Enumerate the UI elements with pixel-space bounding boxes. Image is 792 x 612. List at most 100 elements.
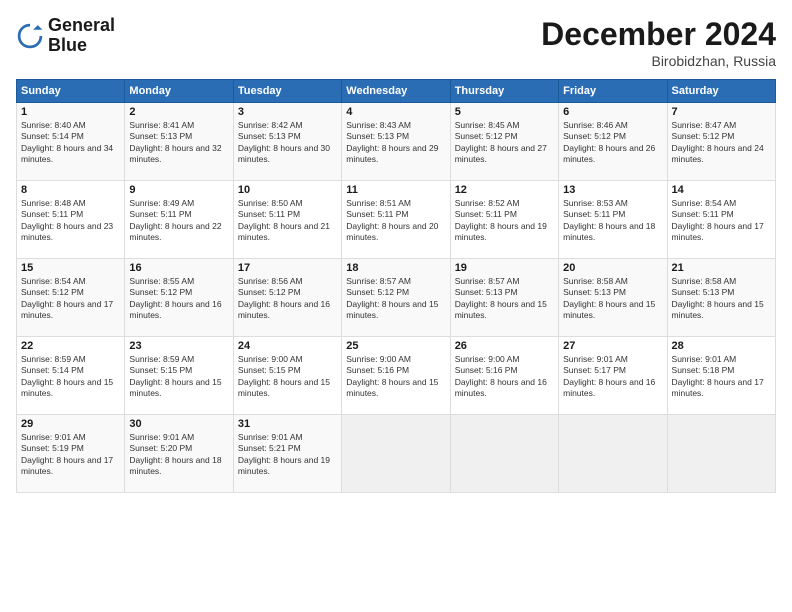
calendar-cell: 27 Sunrise: 9:01 AMSunset: 5:17 PMDaylig… (559, 337, 667, 415)
calendar-cell: 20 Sunrise: 8:58 AMSunset: 5:13 PMDaylig… (559, 259, 667, 337)
day-number: 18 (346, 262, 445, 274)
day-number: 13 (563, 184, 662, 196)
day-number: 3 (238, 106, 337, 118)
day-number: 7 (672, 106, 771, 118)
location: Birobidzhan, Russia (541, 53, 776, 69)
title-section: December 2024 Birobidzhan, Russia (541, 16, 776, 69)
day-info: Sunrise: 8:57 AMSunset: 5:13 PMDaylight:… (455, 276, 554, 322)
calendar-week-row: 22 Sunrise: 8:59 AMSunset: 5:14 PMDaylig… (17, 337, 776, 415)
logo: General Blue (16, 16, 115, 56)
calendar-cell: 19 Sunrise: 8:57 AMSunset: 5:13 PMDaylig… (450, 259, 558, 337)
day-number: 15 (21, 262, 120, 274)
day-info: Sunrise: 8:59 AMSunset: 5:15 PMDaylight:… (129, 354, 228, 400)
day-info: Sunrise: 8:56 AMSunset: 5:12 PMDaylight:… (238, 276, 337, 322)
calendar-cell: 25 Sunrise: 9:00 AMSunset: 5:16 PMDaylig… (342, 337, 450, 415)
day-info: Sunrise: 8:51 AMSunset: 5:11 PMDaylight:… (346, 198, 445, 244)
calendar-cell (559, 415, 667, 493)
calendar-week-row: 1 Sunrise: 8:40 AMSunset: 5:14 PMDayligh… (17, 103, 776, 181)
calendar-cell: 22 Sunrise: 8:59 AMSunset: 5:14 PMDaylig… (17, 337, 125, 415)
day-info: Sunrise: 8:53 AMSunset: 5:11 PMDaylight:… (563, 198, 662, 244)
calendar-cell: 10 Sunrise: 8:50 AMSunset: 5:11 PMDaylig… (233, 181, 341, 259)
day-info: Sunrise: 8:49 AMSunset: 5:11 PMDaylight:… (129, 198, 228, 244)
day-info: Sunrise: 9:01 AMSunset: 5:20 PMDaylight:… (129, 432, 228, 478)
day-number: 24 (238, 340, 337, 352)
day-info: Sunrise: 8:54 AMSunset: 5:11 PMDaylight:… (672, 198, 771, 244)
day-number: 30 (129, 418, 228, 430)
calendar-cell: 17 Sunrise: 8:56 AMSunset: 5:12 PMDaylig… (233, 259, 341, 337)
day-info: Sunrise: 8:45 AMSunset: 5:12 PMDaylight:… (455, 120, 554, 166)
calendar-cell: 21 Sunrise: 8:58 AMSunset: 5:13 PMDaylig… (667, 259, 775, 337)
day-number: 2 (129, 106, 228, 118)
day-number: 6 (563, 106, 662, 118)
day-info: Sunrise: 8:48 AMSunset: 5:11 PMDaylight:… (21, 198, 120, 244)
day-number: 22 (21, 340, 120, 352)
day-number: 8 (21, 184, 120, 196)
day-info: Sunrise: 8:58 AMSunset: 5:13 PMDaylight:… (672, 276, 771, 322)
calendar-cell: 13 Sunrise: 8:53 AMSunset: 5:11 PMDaylig… (559, 181, 667, 259)
calendar-cell: 4 Sunrise: 8:43 AMSunset: 5:13 PMDayligh… (342, 103, 450, 181)
weekday-header: Saturday (667, 80, 775, 103)
weekday-header: Friday (559, 80, 667, 103)
calendar-cell (450, 415, 558, 493)
day-info: Sunrise: 9:01 AMSunset: 5:18 PMDaylight:… (672, 354, 771, 400)
calendar-cell: 18 Sunrise: 8:57 AMSunset: 5:12 PMDaylig… (342, 259, 450, 337)
day-number: 4 (346, 106, 445, 118)
day-info: Sunrise: 9:01 AMSunset: 5:21 PMDaylight:… (238, 432, 337, 478)
calendar-cell (342, 415, 450, 493)
day-info: Sunrise: 9:00 AMSunset: 5:16 PMDaylight:… (455, 354, 554, 400)
calendar-cell: 23 Sunrise: 8:59 AMSunset: 5:15 PMDaylig… (125, 337, 233, 415)
calendar-cell: 6 Sunrise: 8:46 AMSunset: 5:12 PMDayligh… (559, 103, 667, 181)
calendar-cell: 14 Sunrise: 8:54 AMSunset: 5:11 PMDaylig… (667, 181, 775, 259)
day-info: Sunrise: 9:00 AMSunset: 5:15 PMDaylight:… (238, 354, 337, 400)
day-number: 26 (455, 340, 554, 352)
day-number: 5 (455, 106, 554, 118)
day-info: Sunrise: 8:54 AMSunset: 5:12 PMDaylight:… (21, 276, 120, 322)
day-number: 20 (563, 262, 662, 274)
calendar-cell: 16 Sunrise: 8:55 AMSunset: 5:12 PMDaylig… (125, 259, 233, 337)
calendar-cell: 24 Sunrise: 9:00 AMSunset: 5:15 PMDaylig… (233, 337, 341, 415)
day-number: 28 (672, 340, 771, 352)
weekday-header: Sunday (17, 80, 125, 103)
calendar-cell: 7 Sunrise: 8:47 AMSunset: 5:12 PMDayligh… (667, 103, 775, 181)
day-number: 9 (129, 184, 228, 196)
day-number: 11 (346, 184, 445, 196)
day-number: 23 (129, 340, 228, 352)
day-number: 1 (21, 106, 120, 118)
day-number: 14 (672, 184, 771, 196)
calendar-cell: 9 Sunrise: 8:49 AMSunset: 5:11 PMDayligh… (125, 181, 233, 259)
logo-icon (16, 22, 44, 50)
calendar-cell: 3 Sunrise: 8:42 AMSunset: 5:13 PMDayligh… (233, 103, 341, 181)
weekday-header-row: SundayMondayTuesdayWednesdayThursdayFrid… (17, 80, 776, 103)
calendar-cell: 28 Sunrise: 9:01 AMSunset: 5:18 PMDaylig… (667, 337, 775, 415)
day-number: 21 (672, 262, 771, 274)
calendar-cell: 8 Sunrise: 8:48 AMSunset: 5:11 PMDayligh… (17, 181, 125, 259)
calendar-week-row: 8 Sunrise: 8:48 AMSunset: 5:11 PMDayligh… (17, 181, 776, 259)
calendar-cell: 30 Sunrise: 9:01 AMSunset: 5:20 PMDaylig… (125, 415, 233, 493)
logo-text: General Blue (48, 16, 115, 56)
day-number: 29 (21, 418, 120, 430)
calendar-cell: 1 Sunrise: 8:40 AMSunset: 5:14 PMDayligh… (17, 103, 125, 181)
day-number: 25 (346, 340, 445, 352)
day-number: 31 (238, 418, 337, 430)
day-info: Sunrise: 8:41 AMSunset: 5:13 PMDaylight:… (129, 120, 228, 166)
calendar-cell: 15 Sunrise: 8:54 AMSunset: 5:12 PMDaylig… (17, 259, 125, 337)
day-info: Sunrise: 9:01 AMSunset: 5:17 PMDaylight:… (563, 354, 662, 400)
day-info: Sunrise: 8:46 AMSunset: 5:12 PMDaylight:… (563, 120, 662, 166)
day-info: Sunrise: 8:58 AMSunset: 5:13 PMDaylight:… (563, 276, 662, 322)
calendar-cell: 12 Sunrise: 8:52 AMSunset: 5:11 PMDaylig… (450, 181, 558, 259)
weekday-header: Tuesday (233, 80, 341, 103)
calendar-cell: 2 Sunrise: 8:41 AMSunset: 5:13 PMDayligh… (125, 103, 233, 181)
day-info: Sunrise: 8:42 AMSunset: 5:13 PMDaylight:… (238, 120, 337, 166)
day-number: 19 (455, 262, 554, 274)
page-header: General Blue December 2024 Birobidzhan, … (16, 16, 776, 69)
day-info: Sunrise: 9:00 AMSunset: 5:16 PMDaylight:… (346, 354, 445, 400)
day-number: 17 (238, 262, 337, 274)
calendar-cell: 31 Sunrise: 9:01 AMSunset: 5:21 PMDaylig… (233, 415, 341, 493)
weekday-header: Thursday (450, 80, 558, 103)
day-info: Sunrise: 8:55 AMSunset: 5:12 PMDaylight:… (129, 276, 228, 322)
day-info: Sunrise: 8:43 AMSunset: 5:13 PMDaylight:… (346, 120, 445, 166)
day-number: 27 (563, 340, 662, 352)
day-info: Sunrise: 8:52 AMSunset: 5:11 PMDaylight:… (455, 198, 554, 244)
month-title: December 2024 (541, 16, 776, 53)
day-info: Sunrise: 8:50 AMSunset: 5:11 PMDaylight:… (238, 198, 337, 244)
